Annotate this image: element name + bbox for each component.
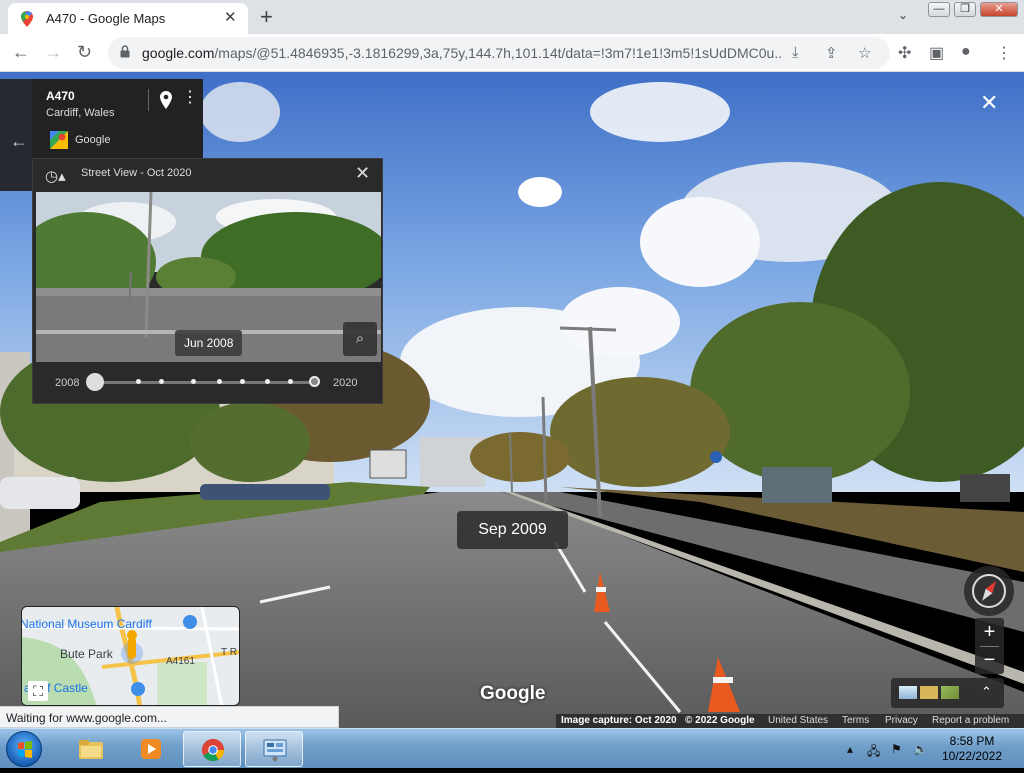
taskbar-clock[interactable]: 8:58 PM 10/22/2022 [930,734,1014,764]
lock-icon [120,45,130,58]
terms-link[interactable]: Terms [842,715,869,726]
time-slider[interactable] [86,373,320,391]
map-label-tr: T R [221,647,237,658]
place-name[interactable]: A470 [46,89,75,103]
imagery-strip[interactable]: ⌃ [891,678,1004,708]
google-wordmark: Google [480,683,546,704]
google-maps-favicon-icon [21,11,33,27]
tab-search-chevron-icon[interactable]: ⌄ [898,8,908,22]
slider-handle[interactable] [86,373,104,391]
slider-tick[interactable] [136,379,141,384]
hover-date-tooltip: Sep 2009 [457,511,568,549]
forward-arrow-icon[interactable]: → [44,42,62,62]
report-problem-link[interactable]: Report a problem [932,715,1009,726]
clock-date: 10/22/2022 [941,749,1003,763]
url-text[interactable]: google.com/maps/@51.4846935,-3.1816299,3… [142,45,782,61]
place-address: Cardiff, Wales [46,107,115,119]
reload-icon[interactable]: ↻ [77,42,92,62]
mini-map[interactable]: National Museum Cardiff Bute Park A4161 … [21,606,240,706]
browser-menu-icon[interactable]: ⋮ [996,43,1012,63]
provider-name: Google [75,134,111,146]
close-icon[interactable]: ✕ [355,163,370,184]
slider-tick[interactable] [240,379,245,384]
compass-icon[interactable] [964,566,1014,616]
taskbar-control-panel[interactable] [245,731,303,767]
magnify-icon[interactable]: ⌕ [343,322,377,356]
map-footer: Image capture: Oct 2020 © 2022 Google Un… [556,714,1024,728]
year-end: 2020 [333,377,358,389]
browser-toolbar: ← → ↻ google.com/maps/@51.4846935,-3.181… [0,34,1024,72]
divider [148,89,149,111]
zoom-out-button[interactable]: − [975,646,1004,674]
start-button[interactable] [6,731,42,767]
exit-street-view-icon[interactable]: ✕ [980,92,998,114]
windows-taskbar: ▴ 🖧 ⚑ 🔈 8:58 PM 10/22/2022 [0,728,1024,768]
zoom-control: + − [975,618,1004,674]
location-pin-icon[interactable] [159,91,173,109]
thumbnail-sand[interactable] [920,686,938,699]
control-panel-icon [263,739,287,762]
tab-title: A470 - Google Maps [46,11,166,26]
restore-button[interactable]: ❐ [954,2,976,17]
taskbar-media-player[interactable] [122,731,180,767]
slider-tick[interactable] [288,379,293,384]
map-label-park: Bute Park [60,647,113,661]
share-icon[interactable]: ⇪ [825,44,838,62]
action-center-flag-icon[interactable]: ⚑ [891,742,902,756]
slider-end-marker[interactable] [309,376,320,387]
bookmark-star-icon[interactable]: ☆ [858,44,871,62]
browser-tab-strip: A470 - Google Maps ✕ + ⌄ — ❐ ✕ [0,0,1024,34]
privacy-link[interactable]: Privacy [885,715,918,726]
side-panel-icon[interactable]: ▣ [929,43,944,63]
time-travel-header: Street View - Oct 2020 [81,167,192,179]
slider-tick[interactable] [265,379,270,384]
loading-status: Waiting for www.google.com... [0,706,339,728]
taskbar-explorer[interactable] [62,731,120,767]
history-clock-icon[interactable]: ◷▴ [45,167,66,185]
clock-time: 8:58 PM [949,734,995,748]
thumbnail-date: Jun 2008 [175,330,243,356]
zoom-in-button[interactable]: + [975,618,1004,646]
slider-tick[interactable] [159,379,164,384]
back-arrow-icon[interactable]: ← [12,42,30,62]
fullscreen-icon[interactable]: ⛶ [28,681,48,701]
window-close-button[interactable]: ✕ [980,2,1018,17]
media-player-icon [141,739,161,759]
windows-logo-icon [18,741,32,758]
street-view-panorama[interactable]: ← A470 Cardiff, Wales Google ⋮ ◷▴ Street… [0,72,1024,728]
year-start: 2008 [55,377,80,389]
extensions-puzzle-icon[interactable]: ✣ [898,43,911,63]
thumbnail-grass[interactable] [941,686,959,699]
minimize-button[interactable]: — [928,2,950,17]
time-travel-panel: ◷▴ Street View - Oct 2020 ✕ Jun 2008 ⌕ 2… [32,158,383,404]
address-bar[interactable]: google.com/maps/@51.4846935,-3.1816299,3… [108,37,890,69]
profile-avatar-icon[interactable]: ● [961,43,971,61]
volume-icon[interactable]: 🔈 [913,742,928,756]
browser-tab[interactable]: A470 - Google Maps ✕ [8,3,248,34]
map-label-road: A4161 [166,656,195,667]
tab-close-icon[interactable]: ✕ [224,9,237,27]
install-app-icon[interactable]: ⤓ [792,44,799,61]
back-arrow-icon[interactable]: ← [10,131,28,152]
url-host: google.com [142,45,215,61]
image-capture-date: Image capture: Oct 2020 [561,715,677,726]
network-icon[interactable]: 🖧 [867,742,880,763]
map-label-museum: National Museum Cardiff [21,617,152,631]
url-path: /maps/@51.4846935,-3.1816299,3a,75y,144.… [214,45,782,61]
country-link[interactable]: United States [768,715,828,726]
thumbnail-sky[interactable] [899,686,917,699]
folder-icon [79,740,103,759]
slider-tick[interactable] [217,379,222,384]
copyright: © 2022 Google [685,715,755,726]
more-options-icon[interactable]: ⋮ [182,89,198,107]
expand-chevron-icon[interactable]: ⌃ [981,684,992,700]
show-hidden-icons-icon[interactable]: ▴ [847,742,853,756]
google-maps-logo-icon [50,131,68,149]
new-tab-button[interactable]: + [260,4,273,30]
slider-tick[interactable] [191,379,196,384]
compass-needle-icon [972,574,1006,608]
chrome-icon [201,738,225,762]
taskbar-chrome[interactable] [183,731,241,767]
